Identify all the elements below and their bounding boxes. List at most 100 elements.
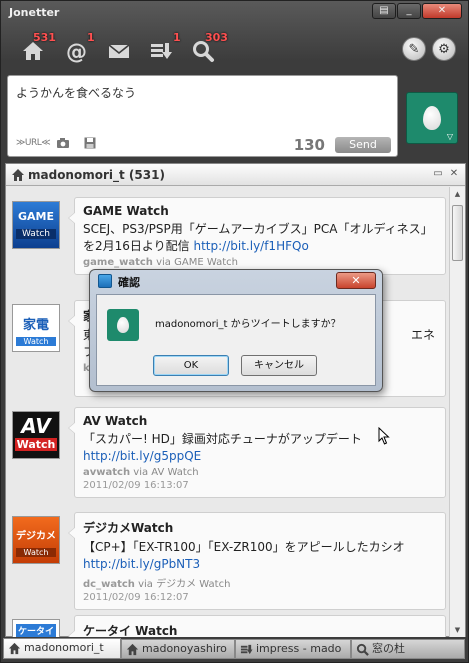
mention-button[interactable]: @ 1 <box>59 31 95 67</box>
tab-label: madonoyashiro <box>142 642 227 655</box>
dialog-message: madonomori_t からツイートしますか？ <box>155 319 341 330</box>
tweet-via: via AV Watch <box>133 467 199 478</box>
dropdown-arrow-icon: ▽ <box>446 132 453 141</box>
tweet-author[interactable]: AV Watch <box>83 414 437 428</box>
tweet-body-right: エネ <box>410 328 435 342</box>
timeline-tabs: madonomori_t madonoyashiro impress - mad… <box>3 638 468 660</box>
tweet-bubble: デジカメWatch 【CP+】「EX-TR100」「EX-ZR100」をアピール… <box>68 512 446 610</box>
tweet-link[interactable]: http://bit.ly/g5ppQE <box>83 449 201 463</box>
tab-label: impress - mado <box>256 642 342 655</box>
tweet-time: 2011/02/09 16:12:07 <box>83 592 189 603</box>
home-icon <box>8 642 21 655</box>
ok-button[interactable]: OK <box>153 355 229 376</box>
compose-bar: ≫URL≪ 130 Send <box>8 134 397 156</box>
dialog-body: madonomori_t からツイートしますか？ OK キャンセル <box>96 294 376 386</box>
tab-label: 窓の杜 <box>372 642 405 655</box>
tab-madonoyashiro[interactable]: madonoyashiro <box>121 639 235 659</box>
timeline-panel: madonomori_t (531) ▭ ✕ GAME Watch GAME W… <box>5 163 466 637</box>
home-icon <box>12 169 24 181</box>
tweet-text: 【CP+】「EX-TR100」「EX-ZR100」をアピールしたカシオ http:… <box>83 539 437 573</box>
app-window: Jonetter ▤ _ ✕ 531 @ 1 1 303 ✎ ⚙ ようかんを食べ… <box>0 0 469 663</box>
tweet-via: via デジカメ Watch <box>138 579 231 590</box>
account-avatar[interactable]: ▽ <box>406 92 458 144</box>
tweet-link[interactable]: http://bit.ly/gPbNT3 <box>83 557 200 571</box>
search-button[interactable]: 303 <box>185 31 228 67</box>
tweet-avatar[interactable]: AV Watch <box>12 411 60 459</box>
camera-icon[interactable] <box>56 137 70 149</box>
window-buttons: ▤ _ ✕ <box>372 3 462 19</box>
toolbar: 531 @ 1 1 303 <box>9 27 309 71</box>
timeline-header: madonomori_t (531) ▭ ✕ <box>6 164 465 186</box>
pencil-icon: ✎ <box>408 41 420 57</box>
egg-avatar-icon <box>117 317 129 333</box>
app-title: Jonetter <box>9 6 60 19</box>
tweet-author[interactable]: デジカメWatch <box>83 519 437 536</box>
mention-badge: 1 <box>87 31 95 44</box>
home-button[interactable]: 531 <box>15 31 56 67</box>
svg-text:@: @ <box>66 40 87 63</box>
tweet-meta: dc_watch via デジカメ Watch <box>83 575 437 590</box>
settings-button[interactable]: ⚙ <box>432 37 456 61</box>
mouse-cursor-icon <box>378 427 390 445</box>
compose-input[interactable]: ようかんを食べるなう <box>16 84 136 101</box>
close-panel-icon[interactable]: ✕ <box>447 167 461 181</box>
char-count: 130 <box>293 136 325 154</box>
cancel-button[interactable]: キャンセル <box>241 355 317 376</box>
tweet-meta: game_watch via GAME Watch <box>83 257 437 268</box>
egg-avatar-icon <box>423 106 441 130</box>
tweet-author[interactable]: ケータイ Watch <box>83 622 437 637</box>
edit-button[interactable]: ✎ <box>402 37 426 61</box>
timeline-scrollbar[interactable]: ▲ ▼ <box>449 187 465 637</box>
tab-madonomori-t[interactable]: madonomori_t <box>3 638 121 659</box>
tweet-author[interactable]: GAME Watch <box>83 204 437 218</box>
window-menu-button[interactable]: ▤ <box>372 3 396 19</box>
tweet-bubble: AV Watch 「スカパー! HD」録画対応チューナがアップデート http:/… <box>68 407 446 498</box>
dialog-avatar <box>107 309 139 341</box>
tweet-user[interactable]: dc_watch <box>83 579 135 590</box>
list-download-icon <box>240 644 253 655</box>
tab-label: madonomori_t <box>24 641 104 654</box>
scroll-down-icon[interactable]: ▼ <box>450 623 465 637</box>
tweet-avatar[interactable]: 家電 Watch <box>12 304 60 352</box>
scroll-thumb[interactable] <box>452 205 463 261</box>
titlebar: Jonetter ▤ _ ✕ <box>1 1 468 25</box>
tweet-text: SCEJ、PS3/PSP用「ゲームアーカイブス」PCA「オルディネス」を2月16… <box>83 221 437 255</box>
tweet-link[interactable]: http://bit.ly/f1HFQo <box>194 239 309 253</box>
save-icon[interactable] <box>84 137 96 149</box>
tweet-bubble: GAME Watch SCEJ、PS3/PSP用「ゲームアーカイブス」PCA「オ… <box>68 197 446 275</box>
list-badge: 1 <box>173 31 181 44</box>
tweet-user[interactable]: avwatch <box>83 467 130 478</box>
right-tools: ✎ ⚙ <box>402 37 456 61</box>
search-icon <box>356 643 369 656</box>
minimize-panel-icon[interactable]: ▭ <box>431 167 445 181</box>
dialog-close-button[interactable]: ✕ <box>336 272 376 289</box>
list-download-icon <box>151 43 172 59</box>
confirm-dialog: 確認 ✕ madonomori_t からツイートしますか？ OK キャンセル <box>89 269 383 392</box>
home-badge: 531 <box>33 31 56 44</box>
tweet-list: GAME Watch GAME Watch SCEJ、PS3/PSP用「ゲームア… <box>6 187 449 637</box>
gear-icon: ⚙ <box>438 41 450 57</box>
message-button[interactable] <box>101 31 135 67</box>
compose-box[interactable]: ようかんを食べるなう ≫URL≪ 130 Send <box>7 75 398 157</box>
close-button[interactable]: ✕ <box>422 3 462 19</box>
tweet-meta: avwatch via AV Watch <box>83 467 437 478</box>
tweet-avatar[interactable]: GAME Watch <box>12 201 60 249</box>
tweet-body: 「スカパー! HD」録画対応チューナがアップデート <box>83 432 362 446</box>
tweet-avatar[interactable]: デジカメ Watch <box>12 516 60 564</box>
tweet-avatar[interactable]: ケータイ <box>12 619 60 637</box>
tweet-time: 2011/02/09 16:13:07 <box>83 480 189 491</box>
envelope-icon <box>108 44 130 58</box>
minimize-button[interactable]: _ <box>397 3 421 19</box>
scroll-up-icon[interactable]: ▲ <box>450 187 465 201</box>
timeline-title: madonomori_t (531) <box>28 168 165 182</box>
tweet-body: 【CP+】「EX-TR100」「EX-ZR100」をアピールしたカシオ <box>83 540 405 554</box>
dialog-title: 確認 <box>118 276 140 289</box>
url-shorten-button[interactable]: ≫URL≪ <box>16 138 51 148</box>
send-button[interactable]: Send <box>335 137 391 153</box>
tweet-user[interactable]: game_watch <box>83 257 153 268</box>
tab-impress-mado[interactable]: impress - mado <box>235 639 351 659</box>
search-badge: 303 <box>205 31 228 44</box>
tab-madonomori[interactable]: 窓の杜 <box>351 639 465 659</box>
tweet-bubble: ケータイ Watch <box>68 615 446 637</box>
list-button[interactable]: 1 <box>143 31 181 67</box>
